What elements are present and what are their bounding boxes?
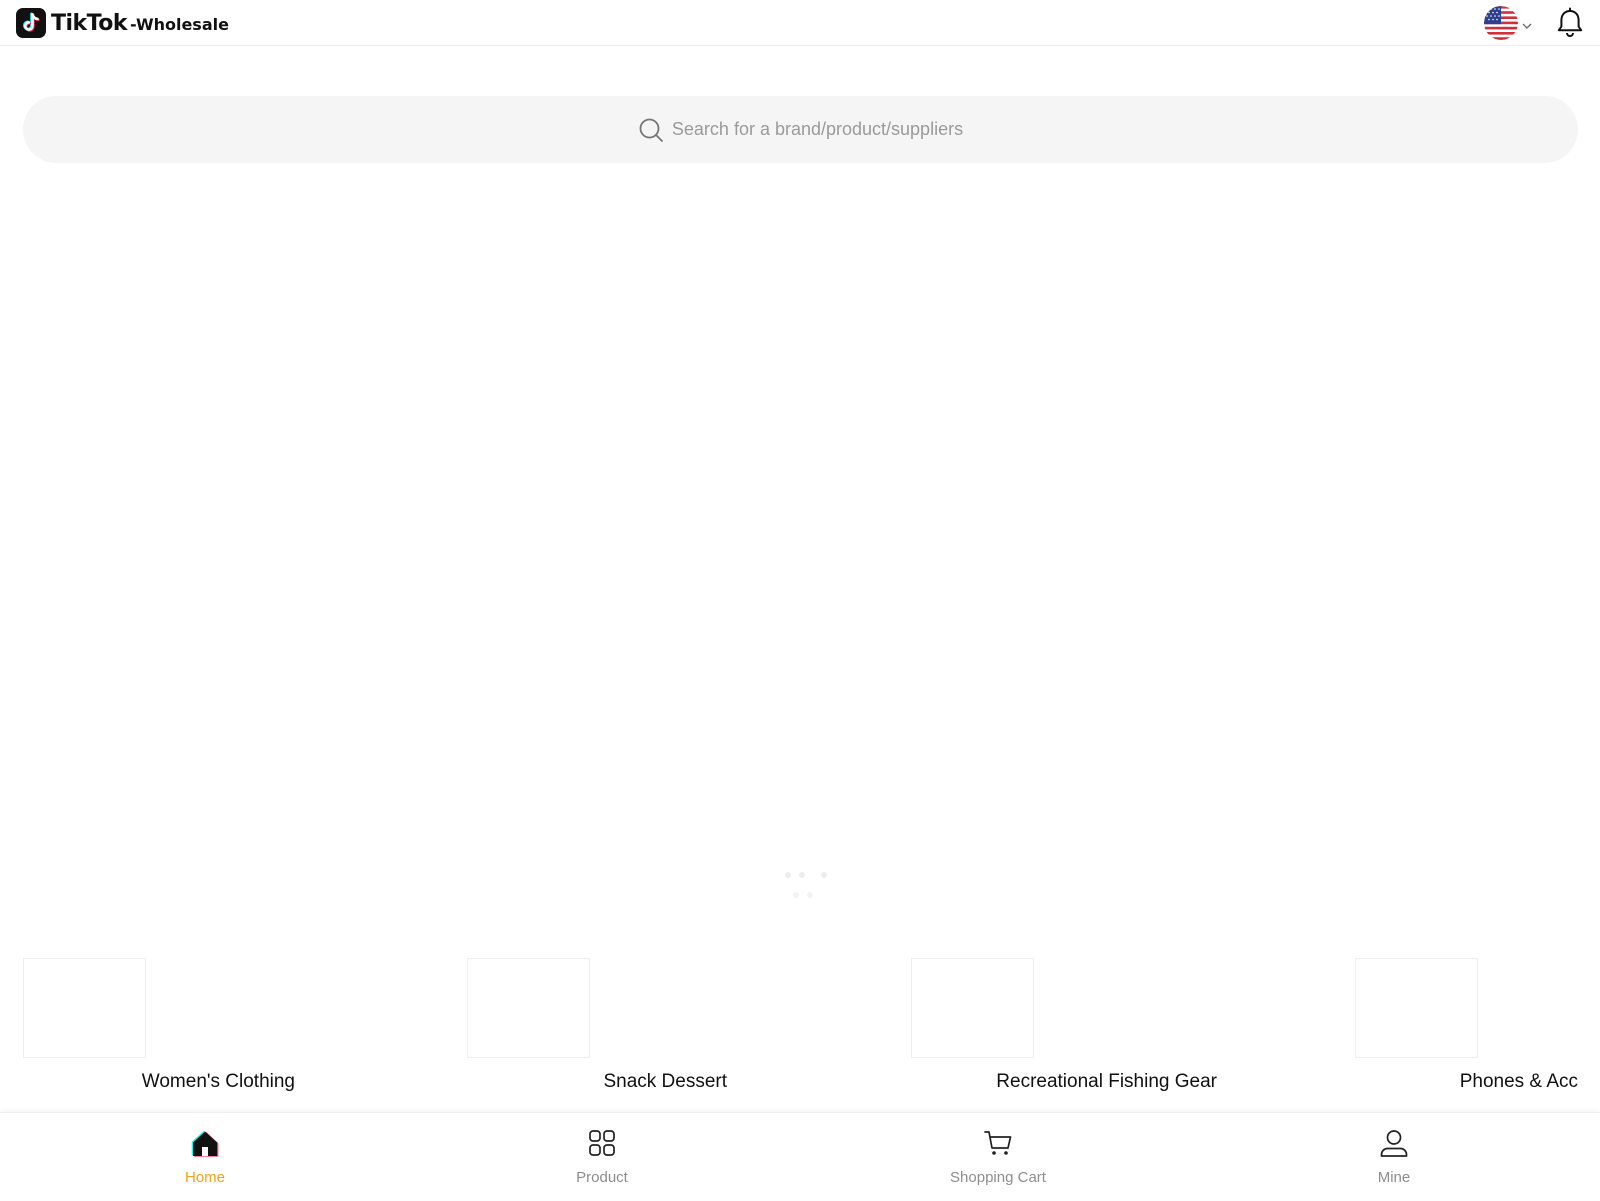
search-placeholder: Search for a brand/product/suppliers	[671, 119, 964, 139]
category-item[interactable]: Women's Clothing	[23, 958, 295, 1092]
category-label: Recreational Fishing Gear	[996, 1071, 1217, 1092]
category-label: Women's Clothing	[141, 1071, 295, 1092]
grid-icon	[589, 1130, 615, 1156]
category-item[interactable]: Snack Dessert	[467, 958, 727, 1092]
banner-carousel[interactable]	[23, 186, 1578, 921]
bell-icon[interactable]	[1554, 7, 1586, 39]
nav-item-shopping-cart[interactable]: Shopping Cart	[898, 1113, 1098, 1201]
us-flag-icon	[1484, 6, 1518, 40]
nav-label: Product	[576, 1169, 628, 1186]
nav-item-mine[interactable]: Mine	[1294, 1113, 1494, 1201]
category-label: Phones & Acc	[1459, 1071, 1578, 1092]
category-list: Women's Clothing Snack Dessert Recreatio…	[0, 958, 1600, 1092]
brand-suffix: -Wholesale	[130, 14, 229, 34]
top-header: TikTok -Wholesale	[0, 0, 1600, 46]
category-image	[1355, 958, 1478, 1058]
category-label: Snack Dessert	[603, 1071, 727, 1092]
brand-logo[interactable]: TikTok -Wholesale	[16, 8, 229, 38]
nav-label: Shopping Cart	[950, 1169, 1046, 1186]
search-icon	[639, 118, 663, 142]
nav-label: Home	[184, 1169, 225, 1186]
search-bar[interactable]: Search for a brand/product/suppliers	[23, 96, 1578, 163]
chevron-down-icon	[1522, 23, 1532, 29]
brand-name: TikTok	[51, 10, 128, 36]
nav-label: Mine	[1377, 1169, 1411, 1186]
nav-item-product[interactable]: Product	[502, 1113, 702, 1201]
nav-item-home[interactable]: Home	[105, 1113, 305, 1201]
category-image	[23, 958, 146, 1058]
language-selector[interactable]	[1484, 5, 1536, 41]
category-item[interactable]: Recreational Fishing Gear	[911, 958, 1217, 1092]
user-icon	[1380, 1130, 1408, 1157]
category-item[interactable]: Phones & Acc	[1355, 958, 1578, 1092]
bottom-nav: Home Product Shopping Cart Mine	[0, 1112, 1600, 1200]
category-image	[911, 958, 1034, 1058]
home-icon	[191, 1130, 219, 1157]
category-image	[467, 958, 590, 1058]
cart-icon	[984, 1131, 1012, 1155]
loading-spinner-icon	[775, 864, 833, 904]
tiktok-logo-icon	[16, 8, 46, 38]
